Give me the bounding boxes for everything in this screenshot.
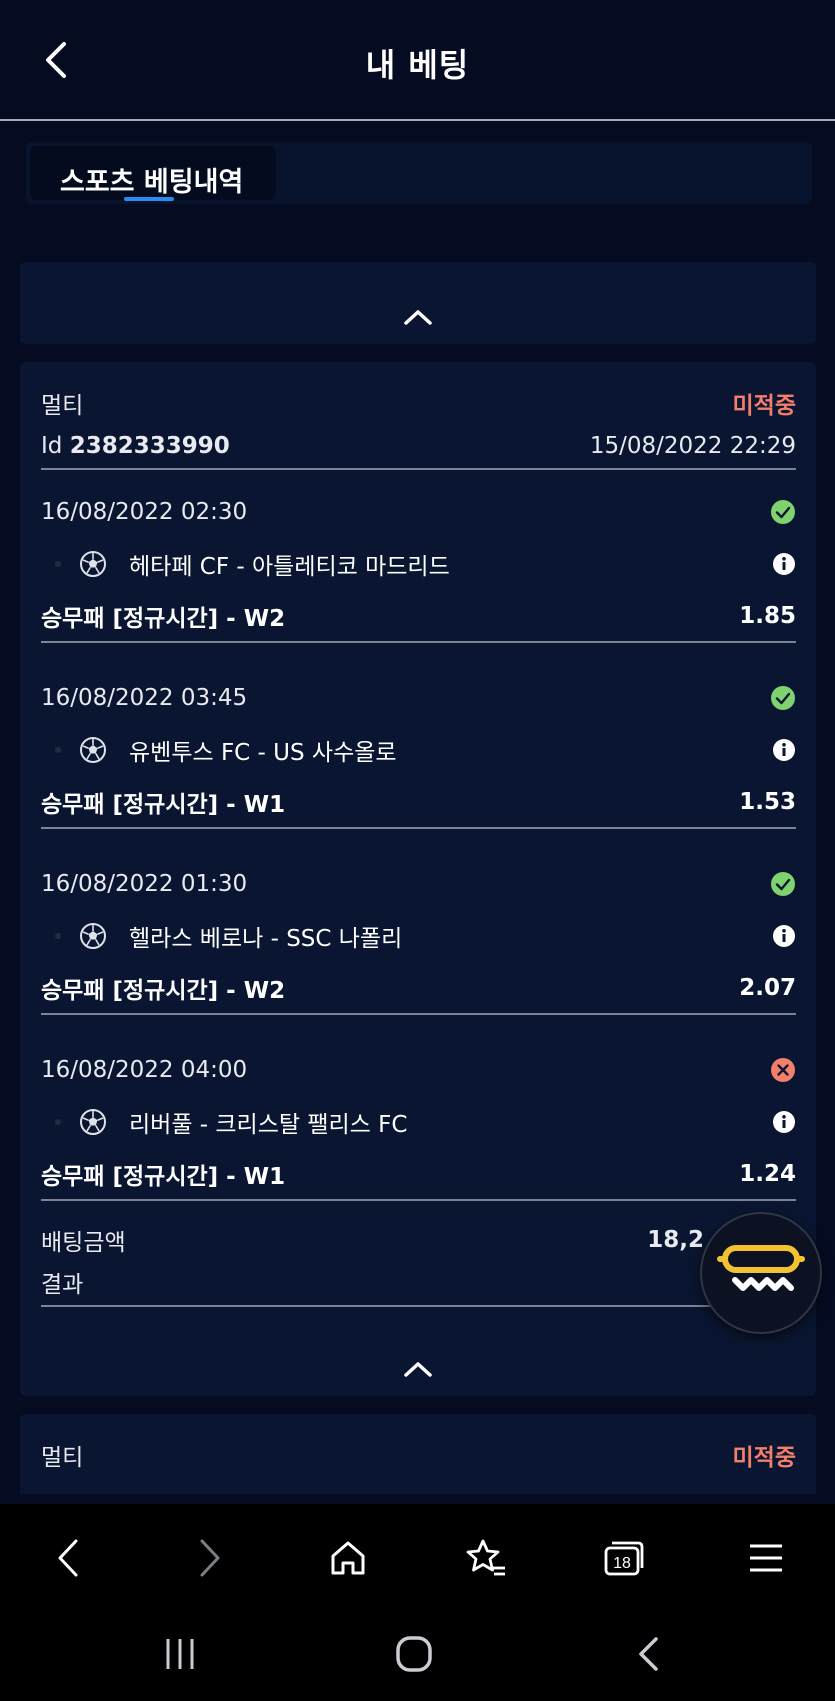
chevron-right-icon: [200, 1539, 220, 1577]
divider: [41, 641, 796, 643]
market-label: 승무패 [정규시간] - W1: [41, 1164, 286, 1190]
match-name: 리버풀 - 크리스탈 팰리스 FC: [129, 1112, 408, 1138]
browser-forward-button[interactable]: [186, 1534, 234, 1582]
menu-icon: [750, 1544, 782, 1572]
selection-datetime: 16/08/2022 01:30: [41, 871, 248, 897]
stake-label: 배팅금액: [41, 1230, 126, 1256]
active-tab-indicator: [124, 197, 174, 201]
tab-count: 18: [613, 1555, 631, 1572]
browser-menu-button[interactable]: [742, 1534, 790, 1582]
tab-label: 스포츠 베팅내역: [60, 167, 244, 198]
home-circle-icon: [396, 1636, 432, 1672]
match-name: 헤타페 CF - 아틀레티코 마드리드: [129, 554, 450, 580]
bet-id-label: Id: [41, 433, 63, 459]
selection-item: 16/08/2022 04:00 리버풀 - 크리스탈 팰리스 FC 승무패 […: [41, 1053, 796, 1201]
info-icon[interactable]: [772, 924, 796, 948]
info-icon[interactable]: [772, 1110, 796, 1134]
selection-datetime: 16/08/2022 02:30: [41, 499, 248, 525]
bet-id: Id 2382333990: [41, 433, 230, 459]
system-nav-bar: [0, 1608, 835, 1701]
back-nav-icon: [639, 1637, 658, 1671]
recent-apps-icon: [166, 1639, 194, 1669]
bet-status: 미적중: [732, 1445, 796, 1471]
divider: [41, 1013, 796, 1015]
page-title: 내 베팅: [365, 46, 470, 84]
odds-value: 1.53: [739, 789, 796, 815]
tab-sports-bet-history[interactable]: 스포츠 베팅내역: [30, 146, 276, 201]
live-indicator: [55, 561, 61, 567]
divider: [41, 1305, 796, 1307]
soccer-ball-icon: [79, 922, 107, 950]
browser-bookmarks-button[interactable]: [462, 1534, 510, 1582]
info-icon[interactable]: [772, 738, 796, 762]
live-indicator: [55, 933, 61, 939]
bet-id-value: 2382333990: [69, 433, 230, 459]
app-header: 내 베팅: [0, 0, 835, 121]
browser-toolbar: 18: [0, 1504, 835, 1608]
collapsed-bet-card: [20, 262, 816, 344]
live-indicator: [55, 747, 61, 753]
star-list-icon: [466, 1539, 505, 1576]
match-name: 유벤투스 FC - US 사수올로: [129, 740, 397, 766]
bet-status: 미적중: [732, 393, 796, 419]
home-nav-button[interactable]: [390, 1630, 438, 1678]
selection-datetime: 16/08/2022 04:00: [41, 1057, 248, 1083]
browser-tabs-button[interactable]: 18: [600, 1534, 648, 1582]
floating-chat-button[interactable]: [700, 1212, 822, 1334]
tabs-icon: 18: [604, 1541, 644, 1576]
back-nav-button[interactable]: [624, 1630, 672, 1678]
selection-datetime: 16/08/2022 03:45: [41, 685, 248, 711]
market-label: 승무패 [정규시간] - W1: [41, 792, 286, 818]
check-circle-icon: [771, 686, 795, 710]
soccer-ball-icon: [79, 1108, 107, 1136]
chevron-up-icon: [404, 1362, 432, 1377]
result-label: 결과: [41, 1272, 84, 1298]
bet-card-2: 멀티 미적중: [20, 1414, 816, 1494]
chevron-up-icon: [404, 310, 432, 325]
recent-apps-button[interactable]: [156, 1630, 204, 1678]
market-label: 승무패 [정규시간] - W2: [41, 978, 286, 1004]
bet-type: 멀티: [41, 393, 84, 419]
selection-item: 16/08/2022 03:45 유벤투스 FC - US 사수올로 승무패 […: [41, 681, 796, 829]
soccer-ball-icon: [79, 736, 107, 764]
check-circle-icon: [771, 872, 795, 896]
bet-placed-at: 15/08/2022 22:29: [589, 433, 796, 459]
x-circle-icon: [771, 1058, 795, 1082]
bet-type: 멀티: [41, 1445, 84, 1471]
home-icon: [331, 1541, 365, 1575]
odds-value: 1.85: [739, 603, 796, 629]
live-indicator: [55, 1119, 61, 1125]
divider: [41, 1199, 796, 1201]
tab-bar: 스포츠 베팅내역: [26, 142, 812, 204]
browser-home-button[interactable]: [324, 1534, 372, 1582]
stake-value: 18,2: [647, 1227, 704, 1253]
bet-card: 멀티 미적중 Id 2382333990 15/08/2022 22:29 16…: [20, 362, 816, 1396]
soccer-ball-icon: [79, 550, 107, 578]
selection-item: 16/08/2022 02:30 헤타페 CF - 아틀레티코 마드리드 승무패…: [41, 495, 796, 643]
browser-back-button[interactable]: [44, 1534, 92, 1582]
divider: [41, 827, 796, 829]
collapse-toggle[interactable]: [403, 308, 433, 330]
brand-logo-icon: [717, 1245, 805, 1291]
match-name: 헬라스 베로나 - SSC 나폴리: [129, 926, 403, 952]
odds-value: 2.07: [739, 975, 796, 1001]
check-circle-icon: [771, 500, 795, 524]
chevron-left-icon: [58, 1539, 78, 1577]
selection-item: 16/08/2022 01:30 헬라스 베로나 - SSC 나폴리 승무패 […: [41, 867, 796, 1015]
info-icon[interactable]: [772, 552, 796, 576]
collapse-toggle[interactable]: [403, 1360, 433, 1382]
divider: [41, 468, 796, 470]
market-label: 승무패 [정규시간] - W2: [41, 606, 286, 632]
odds-value: 1.24: [739, 1161, 796, 1187]
